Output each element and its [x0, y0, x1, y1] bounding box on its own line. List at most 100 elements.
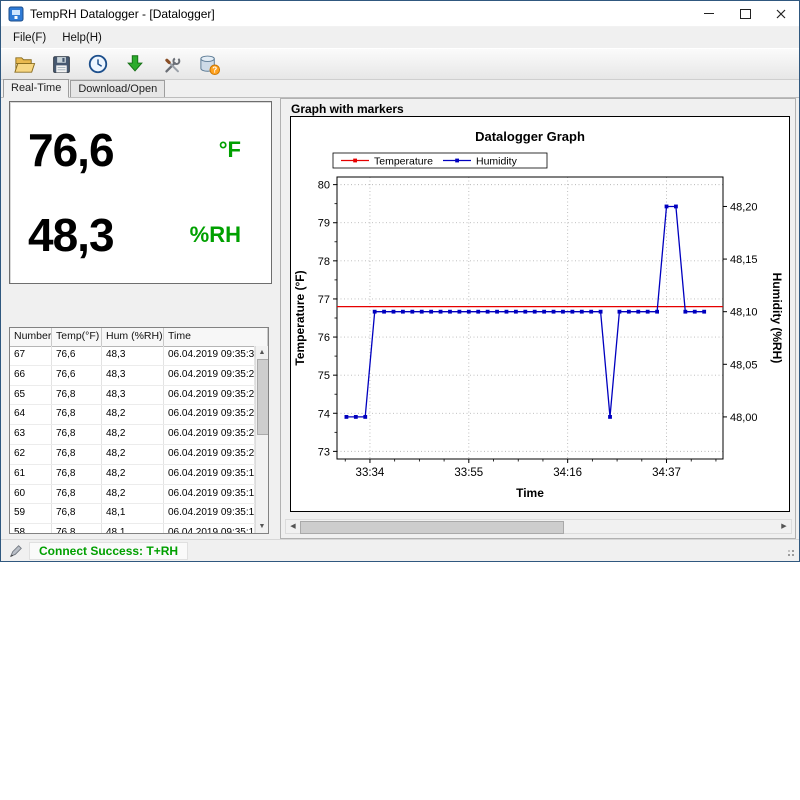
svg-text:Temperature: Temperature [374, 156, 433, 168]
minimize-button[interactable] [691, 1, 727, 26]
maximize-button[interactable] [727, 1, 763, 26]
close-button[interactable] [763, 1, 799, 26]
humidity-value: 48,3 [28, 208, 114, 262]
table-row[interactable]: 6776,648,306.04.2019 09:35:31 [10, 346, 255, 366]
header-time[interactable]: Time [164, 328, 268, 346]
table-cell: 06.04.2019 09:35:25 [164, 405, 255, 424]
data-marker [702, 310, 706, 314]
scroll-left-arrow-icon[interactable]: ◀ [286, 520, 300, 533]
table-cell: 48,2 [102, 425, 164, 444]
data-marker [514, 310, 518, 314]
save-button[interactable] [48, 51, 74, 77]
data-marker [439, 310, 443, 314]
data-marker [570, 310, 574, 314]
chart-legend: Temperature Humidity [333, 153, 547, 168]
graph-group-box: Graph with markers Datalogger Graph73747… [280, 98, 796, 539]
table-cell: 48,1 [102, 504, 164, 523]
data-marker [373, 310, 377, 314]
chart-horizontal-scrollbar[interactable]: ◀ ▶ [285, 519, 792, 534]
svg-text:Humidity: Humidity [476, 156, 518, 168]
data-marker [354, 415, 358, 419]
minimize-icon [704, 13, 714, 14]
table-row[interactable]: 5976,848,106.04.2019 09:35:14 [10, 504, 255, 524]
data-marker [505, 310, 509, 314]
table-row[interactable]: 6176,848,206.04.2019 09:35:18 [10, 465, 255, 485]
table-cell: 06.04.2019 09:35:27 [164, 386, 255, 405]
data-query-button[interactable]: ? [196, 51, 222, 77]
svg-text:48,10: 48,10 [730, 307, 758, 319]
table-cell: 62 [10, 445, 52, 464]
table-cell: 76,8 [52, 445, 102, 464]
table-vertical-scrollbar[interactable]: ▲ ▼ [255, 346, 268, 533]
data-marker [608, 415, 612, 419]
table-cell: 48,3 [102, 386, 164, 405]
resize-grip[interactable] [792, 554, 794, 556]
header-temp[interactable]: Temp(°F) [52, 328, 102, 346]
data-marker [655, 310, 659, 314]
table-cell: 66 [10, 366, 52, 385]
svg-text:33:34: 33:34 [356, 467, 385, 479]
svg-text:75: 75 [318, 370, 330, 382]
tab-strip: Real-Time Download/Open [1, 80, 799, 98]
data-marker [542, 310, 546, 314]
download-arrow-icon [124, 53, 146, 75]
chart-title: Datalogger Graph [475, 129, 585, 144]
table-cell: 06.04.2019 09:35:16 [164, 485, 255, 504]
table-cell: 48,2 [102, 445, 164, 464]
menu-file[interactable]: File(F) [5, 29, 54, 47]
data-marker [674, 205, 678, 209]
table-row[interactable]: 6476,848,206.04.2019 09:35:25 [10, 405, 255, 425]
svg-text:77: 77 [318, 294, 330, 306]
app-icon [8, 6, 24, 22]
data-marker [486, 310, 490, 314]
app-window: TempRH Datalogger - [Datalogger] File(F)… [0, 0, 800, 562]
table-cell: 76,8 [52, 425, 102, 444]
data-marker [618, 310, 622, 314]
vertical-scroll-thumb[interactable] [257, 359, 269, 435]
download-button[interactable] [122, 51, 148, 77]
table-row[interactable]: 5876,848,106.04.2019 09:35:12 [10, 524, 255, 534]
menu-help[interactable]: Help(H) [54, 29, 110, 47]
table-row[interactable]: 6276,848,206.04.2019 09:35:21 [10, 445, 255, 465]
tab-download-open[interactable]: Download/Open [70, 80, 165, 97]
data-marker [401, 310, 405, 314]
table-row[interactable]: 6676,648,306.04.2019 09:35:29 [10, 366, 255, 386]
table-row[interactable]: 6376,848,206.04.2019 09:35:23 [10, 425, 255, 445]
data-marker [599, 310, 603, 314]
table-cell: 48,1 [102, 524, 164, 534]
table-cell: 06.04.2019 09:35:23 [164, 425, 255, 444]
data-marker [665, 205, 669, 209]
scroll-right-arrow-icon[interactable]: ▶ [777, 520, 791, 533]
svg-text:48,15: 48,15 [730, 254, 758, 266]
data-marker [495, 310, 499, 314]
time-sync-button[interactable] [85, 51, 111, 77]
table-row[interactable]: 6576,848,306.04.2019 09:35:27 [10, 386, 255, 406]
settings-button[interactable] [159, 51, 185, 77]
tab-real-time[interactable]: Real-Time [3, 79, 69, 98]
x-axis-label: Time [516, 486, 544, 500]
datalogger-chart-panel: Datalogger Graph737475767778798033:3433:… [290, 116, 790, 512]
header-humidity[interactable]: Hum (%RH) [102, 328, 164, 346]
table-cell: 61 [10, 465, 52, 484]
data-marker [627, 310, 631, 314]
table-cell: 06.04.2019 09:35:14 [164, 504, 255, 523]
connection-pen-icon [9, 544, 23, 558]
temperature-value: 76,6 [28, 123, 114, 177]
svg-text:48,20: 48,20 [730, 201, 758, 213]
svg-text:79: 79 [318, 218, 330, 230]
data-marker [392, 310, 396, 314]
open-button[interactable] [11, 51, 37, 77]
header-number[interactable]: Number [10, 328, 52, 346]
data-marker [523, 310, 527, 314]
horizontal-scroll-thumb[interactable] [300, 521, 564, 534]
table-body: 6776,648,306.04.2019 09:35:316676,648,30… [10, 346, 255, 533]
svg-text:80: 80 [318, 180, 330, 192]
data-marker [382, 310, 386, 314]
scroll-up-arrow-icon[interactable]: ▲ [256, 346, 268, 359]
data-marker [552, 310, 556, 314]
svg-text:34:16: 34:16 [553, 467, 582, 479]
table-cell: 76,6 [52, 366, 102, 385]
table-row[interactable]: 6076,848,206.04.2019 09:35:16 [10, 485, 255, 505]
data-marker [448, 310, 452, 314]
scroll-down-arrow-icon[interactable]: ▼ [256, 520, 268, 533]
